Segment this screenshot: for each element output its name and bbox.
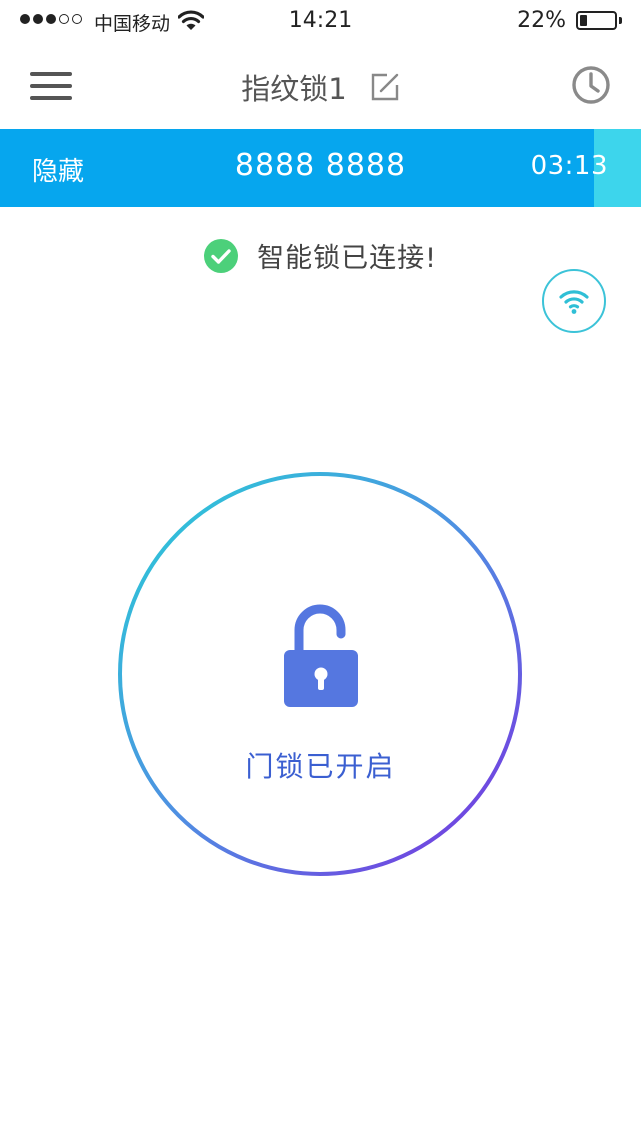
unlocked-padlock-icon xyxy=(284,604,358,707)
nav-header: 指纹锁1 xyxy=(0,44,641,128)
countdown-timer: 03:13 xyxy=(530,151,608,181)
battery-percent: 22% xyxy=(517,8,566,33)
check-circle-icon xyxy=(204,238,239,273)
lock-status-text: 门锁已开启 xyxy=(245,750,396,783)
edit-icon[interactable] xyxy=(370,72,400,102)
battery-icon xyxy=(576,11,617,30)
password-bar: 隐藏 8888 8888 03:13 xyxy=(0,129,641,207)
clock-icon[interactable] xyxy=(571,65,611,105)
title-wrap: 指纹锁1 xyxy=(0,66,641,108)
battery-tip xyxy=(619,17,622,24)
wifi-button[interactable] xyxy=(542,269,606,333)
connection-status-text: 智能锁已连接! xyxy=(257,243,437,274)
connection-status: 智能锁已连接! xyxy=(0,236,641,275)
wifi-icon xyxy=(559,290,589,314)
status-bar: 中国移动 14:21 22% xyxy=(0,0,641,44)
page-title: 指纹锁1 xyxy=(241,72,347,106)
